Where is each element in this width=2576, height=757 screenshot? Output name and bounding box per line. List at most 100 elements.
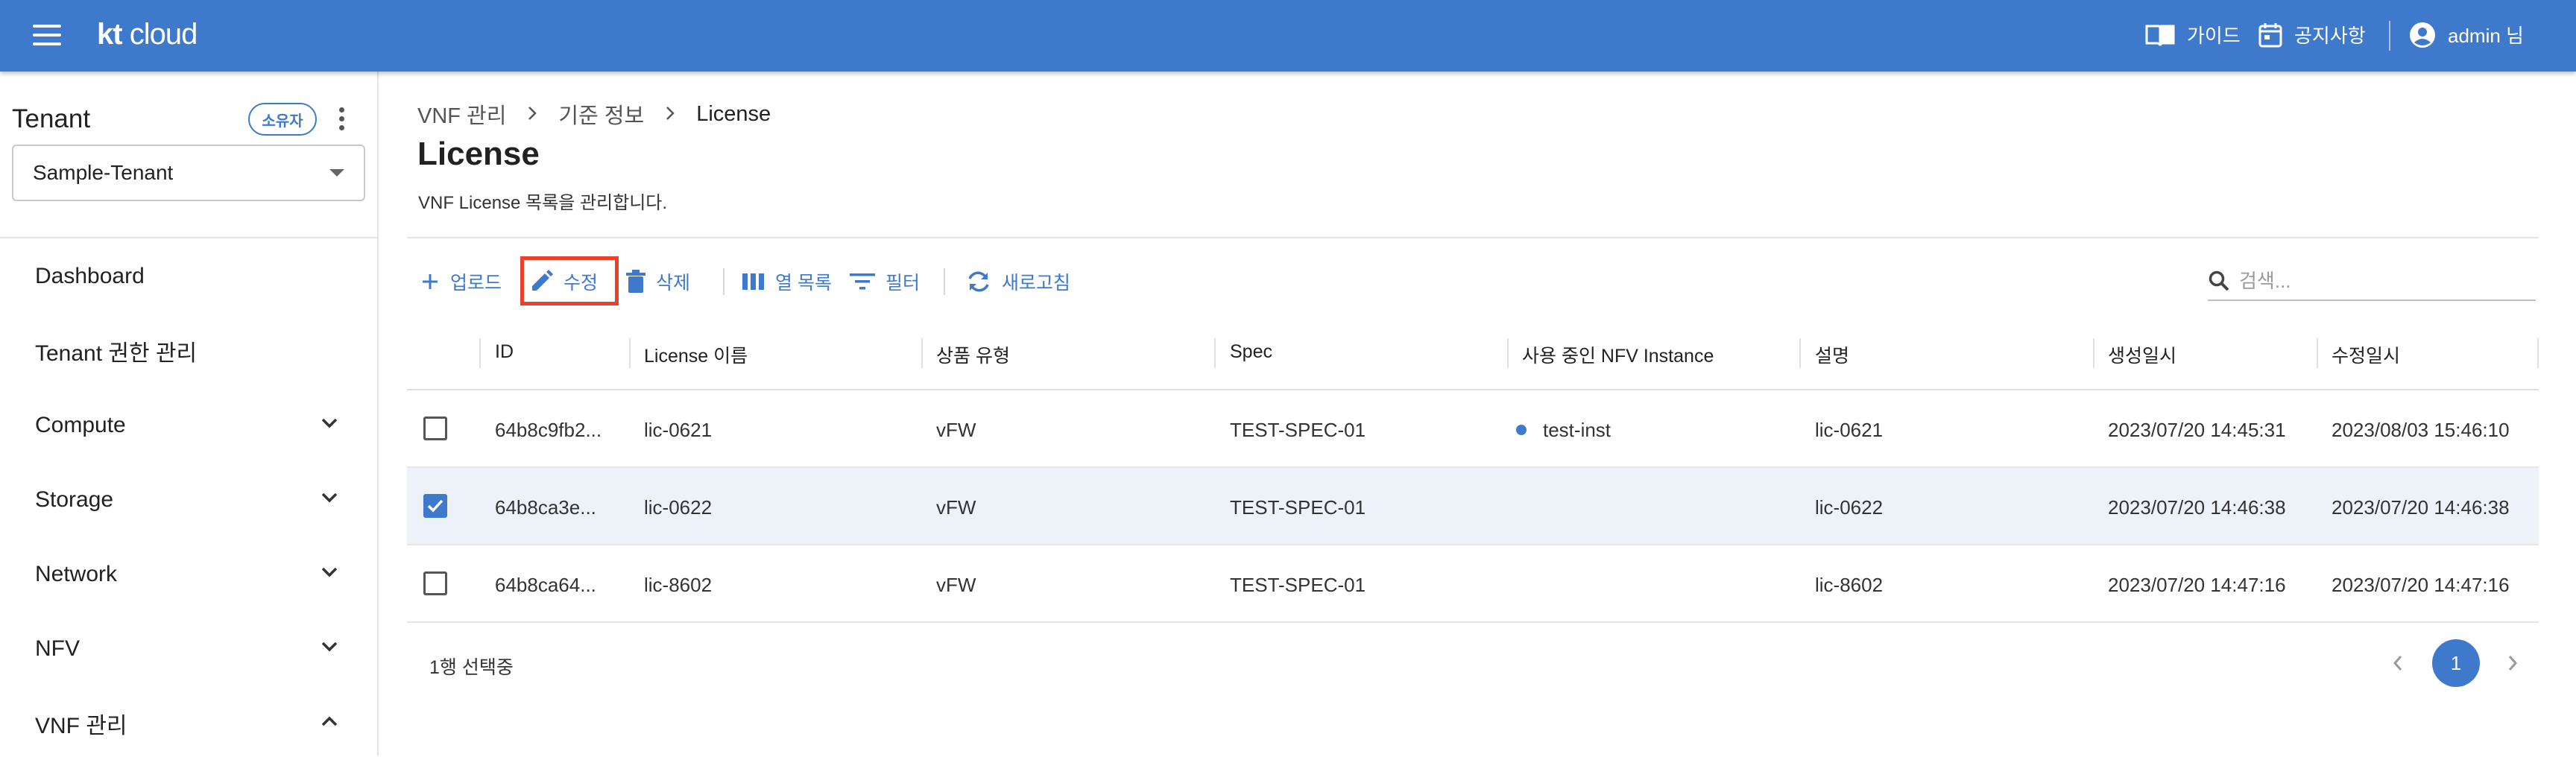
column-header-product-type[interactable]: 상품 유형 [936,341,1010,368]
column-header-nfv-instance[interactable]: 사용 중인 NFV Instance [1522,341,1714,368]
filter-button[interactable]: 필터 [850,265,920,298]
cell-id: 64b8ca3e... [495,496,596,519]
instance-name: test-inst [1543,419,1611,441]
breadcrumb-item-vnf[interactable]: VNF 관리 [417,98,506,130]
page-description: VNF License 목록을 관리합니다. [418,193,668,213]
columns-label: 열 목록 [775,273,832,294]
delete-button[interactable]: 삭제 [626,265,690,298]
sidebar-item-dashboard[interactable]: Dashboard [0,243,377,310]
chevron-right-icon [527,102,537,127]
column-divider [921,338,923,368]
notice-link[interactable]: 공지사항 [2258,21,2366,48]
chevron-down-icon [321,418,338,428]
chevron-right-icon [665,102,675,127]
row-checkbox[interactable] [423,494,447,518]
column-divider [1799,338,1801,368]
status-dot-icon [1516,425,1527,436]
kt-cloud-logo[interactable]: kt cloud [97,18,198,51]
top-app-bar: kt cloud 가이드 공지사항 admin 님 [0,0,2576,72]
breadcrumb-item-current: License [696,101,771,126]
next-page-button[interactable] [2498,648,2528,678]
sidebar-item-label: Storage [35,487,114,512]
cell-product-type: vFW [936,574,976,596]
search-input[interactable] [2239,269,2522,293]
guide-link[interactable]: 가이드 [2145,21,2241,48]
dropdown-arrow-icon [329,169,344,177]
row-checkbox[interactable] [423,571,447,595]
chevron-left-icon [2393,656,2402,671]
filter-label: 필터 [886,273,921,294]
sidebar-item-nfv[interactable]: NFV [0,615,377,682]
row-checkbox[interactable] [423,416,447,440]
selection-count: 1행 선택중 [429,657,514,678]
column-divider [2093,338,2094,368]
breadcrumb-item-base-info[interactable]: 기준 정보 [558,98,644,130]
filter-list-icon [850,273,875,290]
refresh-icon [968,271,989,292]
breadcrumb: VNF 관리 기준 정보 License [417,98,771,130]
cell-modified: 2023/08/03 15:46:10 [2332,419,2510,441]
cell-created: 2023/07/20 14:45:31 [2108,419,2286,441]
page-button-current[interactable]: 1 [2432,639,2480,687]
logo-bold-text: kt [97,18,123,51]
column-header-created[interactable]: 생성일시 [2108,341,2176,368]
column-header-license-name[interactable]: License 이름 [644,341,748,368]
cell-description: lic-0622 [1815,496,1884,519]
tenant-title: Tenant [12,104,91,133]
plus-icon [423,274,438,289]
column-divider [2537,338,2539,368]
guide-label: 가이드 [2187,25,2241,47]
sidebar-item-vnf-management[interactable]: VNF 관리 [0,690,377,757]
sidebar-item-label: NFV [35,636,80,661]
cell-spec: TEST-SPEC-01 [1230,574,1366,596]
sidebar-item-compute[interactable]: Compute [0,392,377,459]
sidebar-item-network[interactable]: Network [0,541,377,608]
menu-icon[interactable] [33,25,61,47]
sidebar-item-label: Network [35,562,118,586]
user-label: admin 님 [2448,25,2524,47]
sidebar-item-storage[interactable]: Storage [0,466,377,533]
upload-button[interactable]: 업로드 [420,265,502,298]
column-divider [2317,338,2318,368]
column-header-modified[interactable]: 수정일시 [2332,341,2400,368]
header-divider [2389,21,2390,51]
previous-page-button[interactable] [2383,648,2413,678]
cell-id: 64b8ca64... [495,574,596,596]
column-header-spec[interactable]: Spec [1230,341,1272,363]
cell-product-type: vFW [936,496,976,519]
cell-product-type: vFW [936,419,976,441]
columns-button[interactable]: 열 목록 [742,265,832,298]
cell-spec: TEST-SPEC-01 [1230,496,1366,519]
cell-id: 64b8c9fb2... [495,419,602,441]
edit-button-highlight [520,256,619,305]
owner-badge: 소유자 [248,103,317,136]
cell-description: lic-0621 [1815,419,1884,441]
column-divider [629,338,631,368]
table-row[interactable]: 64b8c9fb2... lic-0621 vFW TEST-SPEC-01 t… [407,390,2539,468]
content-divider [407,237,2539,238]
column-divider [1507,338,1509,368]
chevron-right-icon [2508,656,2518,671]
sidebar-divider [0,237,379,238]
column-divider [479,338,481,368]
column-header-id[interactable]: ID [495,341,514,363]
sidebar-item-label: VNF 관리 [35,714,127,738]
tenant-select[interactable]: Sample-Tenant [12,145,365,201]
sidebar-item-tenant-permissions[interactable]: Tenant 권한 관리 [0,317,377,384]
refresh-button[interactable]: 새로고침 [966,265,1070,298]
view-column-icon [742,273,764,290]
book-icon [2145,25,2175,46]
cell-spec: TEST-SPEC-01 [1230,419,1366,441]
table-row[interactable]: 64b8ca3e... lic-0622 vFW TEST-SPEC-01 li… [407,468,2539,545]
user-menu[interactable]: admin 님 [2409,21,2524,48]
cell-license-name: lic-8602 [644,574,713,596]
table-row[interactable]: 64b8ca64... lic-8602 vFW TEST-SPEC-01 li… [407,545,2539,623]
more-vert-icon[interactable] [334,107,349,134]
license-table: ID License 이름 상품 유형 Spec 사용 중인 NFV Insta… [407,319,2539,623]
table-header: ID License 이름 상품 유형 Spec 사용 중인 NFV Insta… [407,319,2539,390]
chevron-down-icon [321,567,338,577]
column-header-description[interactable]: 설명 [1815,341,1849,368]
toolbar-divider [944,268,945,295]
search-box [2208,262,2536,301]
sidebar-item-label: Compute [35,413,126,437]
